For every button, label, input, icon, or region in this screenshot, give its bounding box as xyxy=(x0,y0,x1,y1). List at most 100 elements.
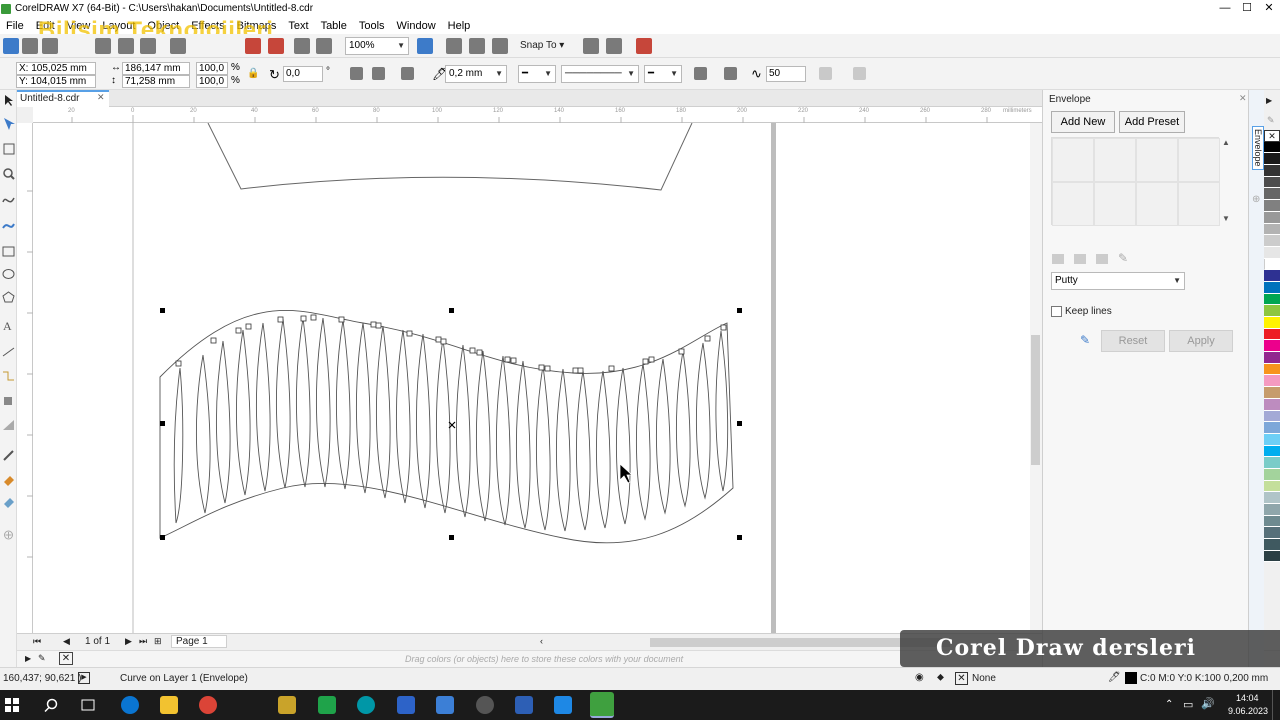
vertical-scroll-thumb[interactable] xyxy=(1031,335,1040,465)
file-explorer-icon[interactable] xyxy=(160,696,178,714)
publish-pdf-icon[interactable] xyxy=(294,38,310,54)
color-swatch[interactable] xyxy=(1264,410,1280,423)
preset-grid[interactable] xyxy=(1051,137,1220,226)
windows-start-icon[interactable] xyxy=(5,698,19,712)
chrome-icon[interactable] xyxy=(199,696,217,714)
color-swatch[interactable] xyxy=(1264,340,1280,353)
undo-icon[interactable] xyxy=(170,38,186,54)
color-swatch[interactable] xyxy=(1264,457,1280,469)
x-position-field[interactable]: X: 105,025 mm xyxy=(16,62,96,75)
menu-tools[interactable]: Tools xyxy=(353,20,391,32)
color-swatch[interactable] xyxy=(1264,153,1280,166)
volume-icon[interactable]: 🔊 xyxy=(1201,697,1215,710)
app-icon[interactable] xyxy=(476,696,494,714)
color-swatch[interactable] xyxy=(1264,328,1280,341)
color-swatch[interactable] xyxy=(1264,246,1280,259)
page-first-icon[interactable]: ⏮ xyxy=(33,636,41,647)
wrap-text-icon[interactable] xyxy=(724,67,737,80)
straight-line-mode-icon[interactable] xyxy=(1052,254,1064,264)
envelope-mode-icon[interactable] xyxy=(401,67,414,80)
no-color-swatch[interactable]: ✕ xyxy=(59,652,73,665)
y-position-field[interactable]: Y: 104,015 mm xyxy=(16,75,96,88)
shape-tool-icon[interactable] xyxy=(4,118,15,130)
add-docker-icon[interactable]: ⊕ xyxy=(1252,194,1260,205)
arduino-icon[interactable] xyxy=(357,696,375,714)
close-tab-icon[interactable]: ✕ xyxy=(97,92,105,103)
color-swatch[interactable] xyxy=(1264,515,1280,528)
enveloped-curve[interactable] xyxy=(159,309,734,544)
color-swatch[interactable] xyxy=(1264,200,1280,212)
menu-table[interactable]: Table xyxy=(315,20,353,32)
color-swatch[interactable] xyxy=(1264,480,1280,493)
drop-shadow-icon[interactable] xyxy=(4,397,12,405)
app-icon[interactable] xyxy=(397,696,415,714)
start-arrowhead-select[interactable]: ━ ▼ xyxy=(518,65,556,83)
import-icon[interactable] xyxy=(245,38,261,54)
palette-options-icon[interactable]: ✎ xyxy=(1267,115,1275,126)
color-swatch[interactable] xyxy=(1264,211,1280,224)
vertical-ruler[interactable] xyxy=(17,123,33,633)
lock-ratio-icon[interactable]: 🔒 xyxy=(247,68,259,79)
color-swatch[interactable] xyxy=(1264,188,1280,201)
zoom-tool-icon[interactable] xyxy=(3,168,15,180)
preset-slot[interactable] xyxy=(1052,182,1094,226)
open-icon[interactable] xyxy=(22,38,38,54)
scale-x-field[interactable]: 100,0 xyxy=(196,62,228,75)
security-shield-icon[interactable] xyxy=(278,696,296,714)
document-tab[interactable]: Untitled-8.cdr xyxy=(17,90,109,107)
unconstrained-mode-icon[interactable]: ✎ xyxy=(1118,251,1128,265)
full-screen-icon[interactable] xyxy=(417,38,433,54)
options-icon[interactable] xyxy=(583,38,599,54)
preset-scroll-up-icon[interactable]: ▲ xyxy=(1222,138,1230,147)
envelope-docker-tab[interactable]: Envelope xyxy=(1252,126,1264,170)
print-icon[interactable] xyxy=(316,38,332,54)
artistic-media-icon[interactable] xyxy=(2,223,15,229)
page-prev-icon[interactable]: ◀ xyxy=(63,636,70,647)
menu-text[interactable]: Text xyxy=(282,20,314,32)
single-arc-mode-icon[interactable] xyxy=(1074,254,1086,264)
add-node-icon[interactable] xyxy=(819,67,832,80)
add-preset-button[interactable]: Add Preset xyxy=(1119,111,1185,133)
no-fill-swatch[interactable]: ✕ xyxy=(1264,130,1280,142)
show-desktop-button[interactable] xyxy=(1272,690,1280,720)
preset-slot[interactable] xyxy=(1178,182,1220,226)
calculator-icon[interactable] xyxy=(554,696,572,714)
show-rulers-icon[interactable] xyxy=(446,38,462,54)
menu-help[interactable]: Help xyxy=(442,20,477,32)
color-swatch[interactable] xyxy=(1264,375,1280,388)
ellipse-tool-icon[interactable] xyxy=(2,269,15,279)
snap-to-button[interactable]: Snap To ▾ xyxy=(520,40,564,51)
parallel-dimension-icon[interactable] xyxy=(2,347,15,357)
width-field[interactable]: 186,147 mm xyxy=(122,62,190,75)
drawing-canvas[interactable] xyxy=(33,123,1042,633)
tray-arrow-icon[interactable]: ⌃ xyxy=(1165,699,1173,710)
preset-slot[interactable] xyxy=(1136,182,1178,226)
freehand-tool-icon[interactable] xyxy=(2,197,15,203)
double-arc-mode-icon[interactable] xyxy=(1096,254,1108,264)
task-view-icon[interactable] xyxy=(81,698,97,712)
color-swatch[interactable] xyxy=(1264,293,1280,306)
docker-close-icon[interactable]: ✕ xyxy=(1239,93,1247,104)
end-arrowhead-select[interactable]: ━ ▼ xyxy=(644,65,682,83)
add-new-button[interactable]: Add New xyxy=(1051,111,1115,133)
page-last-icon[interactable]: ⏭ xyxy=(139,636,147,647)
reset-button[interactable]: Reset xyxy=(1101,330,1165,352)
save-icon[interactable] xyxy=(42,38,58,54)
color-swatch[interactable] xyxy=(1264,258,1280,271)
envelope-nodes[interactable] xyxy=(175,314,727,374)
color-swatch[interactable] xyxy=(1264,270,1280,282)
preset-slot[interactable] xyxy=(1136,138,1178,182)
eyedropper-icon[interactable]: ✎ xyxy=(1080,333,1090,347)
polygon-tool-icon[interactable] xyxy=(2,291,15,303)
menu-file[interactable]: File xyxy=(0,20,30,32)
preset-scroll-down-icon[interactable]: ▼ xyxy=(1222,214,1230,223)
transparency-icon[interactable] xyxy=(3,420,14,430)
color-swatch[interactable] xyxy=(1264,352,1280,364)
page-tab[interactable]: Page 1 xyxy=(171,635,227,648)
cut-icon[interactable] xyxy=(95,38,111,54)
copy-icon[interactable] xyxy=(118,38,134,54)
color-swatch[interactable] xyxy=(1264,165,1280,177)
color-swatch[interactable] xyxy=(1264,387,1280,399)
play-macro-icon[interactable]: ▶ xyxy=(78,672,90,684)
color-swatch[interactable] xyxy=(1264,141,1280,154)
